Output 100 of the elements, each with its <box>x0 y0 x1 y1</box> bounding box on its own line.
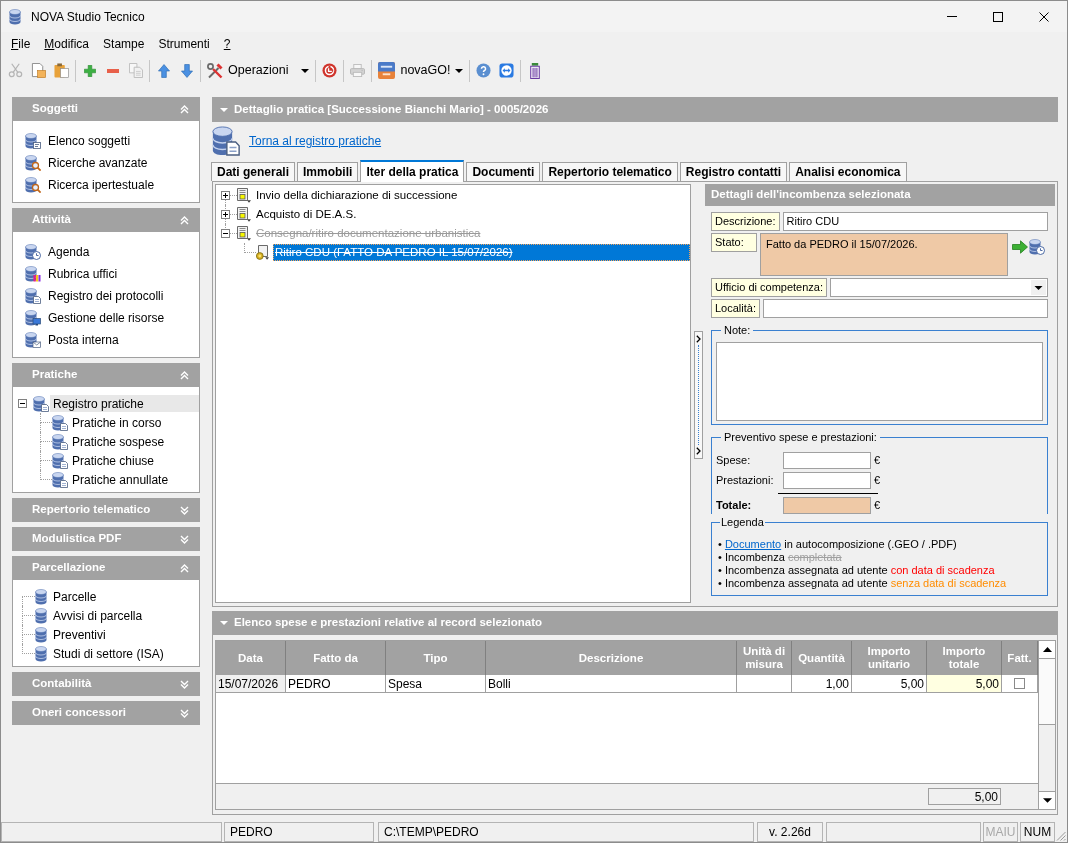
tree-item[interactable]: Preventivi <box>50 626 109 643</box>
tree-item[interactable]: Registro pratiche <box>50 395 199 412</box>
menu-item[interactable]: ? <box>216 34 238 53</box>
tree-item[interactable]: Invio della dichiarazione di successione <box>254 187 460 204</box>
database-icon <box>35 607 47 624</box>
panel-header: Dettagli dell'incombenza selezionata <box>705 184 1055 206</box>
tree-item[interactable]: Studi di settore (ISA) <box>50 645 167 662</box>
printer-icon <box>350 64 366 77</box>
close-icon <box>1039 11 1049 22</box>
amount-field[interactable] <box>783 452 871 469</box>
window-title: NOVA Studio Tecnico <box>31 8 145 26</box>
group-title: Legenda <box>720 516 765 529</box>
table-cell: Spesa <box>386 675 486 693</box>
database-book-icon <box>25 266 41 282</box>
field-label: Località: <box>711 299 760 318</box>
menu-item[interactable]: Modifica <box>37 34 97 53</box>
amount-field[interactable] <box>783 472 871 489</box>
menu-item[interactable]: Strumenti <box>151 34 217 53</box>
currency-symbol: € <box>874 453 881 469</box>
database-clock-icon <box>25 244 41 260</box>
tab[interactable]: Registro contatti <box>679 162 788 181</box>
minus-box-icon[interactable] <box>18 399 27 408</box>
total-field: 5,00 <box>928 788 1001 805</box>
database-document-icon[interactable] <box>212 126 240 156</box>
menu-item[interactable]: File <box>4 34 38 53</box>
minimize-icon <box>947 16 957 17</box>
chevron-right-icon <box>695 335 701 343</box>
status-bar-panel: NUM <box>1020 822 1055 842</box>
tree-item[interactable]: Pratiche sospese <box>69 433 168 450</box>
toolbar-menu-button[interactable]: Operazioni <box>203 58 314 83</box>
database-envelope-icon <box>25 332 41 348</box>
plus-box-icon[interactable] <box>221 210 230 219</box>
help-icon <box>476 63 492 78</box>
minus-box-icon[interactable] <box>221 229 230 238</box>
sidebar-item[interactable]: Elenco soggetti <box>13 130 199 152</box>
sidebar-item[interactable]: Posta interna <box>13 329 199 351</box>
arrow-right-icon[interactable] <box>1012 240 1028 254</box>
database-icon <box>35 626 47 643</box>
back-link[interactable]: Torna al registro pratiche <box>249 132 382 150</box>
database-monitor-icon <box>25 310 41 326</box>
maximize-icon <box>993 11 1003 22</box>
clipboard-icon <box>54 63 69 78</box>
plus-box-icon[interactable] <box>221 191 230 200</box>
notes-field[interactable] <box>716 342 1043 421</box>
tree-item[interactable]: Avvisi di parcella <box>50 607 146 624</box>
table-cell <box>737 675 792 693</box>
document-link[interactable]: Documento <box>724 538 782 550</box>
scroll-up-button[interactable] <box>1039 641 1055 659</box>
tab[interactable]: Immobili <box>297 162 359 181</box>
scroll-down-button[interactable] <box>1039 791 1055 809</box>
field-label: Stato: <box>711 233 757 252</box>
caret-down-icon <box>220 621 228 625</box>
sidebar-item[interactable]: Registro dei protocolli <box>13 285 199 307</box>
column-header: Fatto da <box>286 641 386 675</box>
sidebar-item[interactable]: Agenda <box>13 241 199 263</box>
field-label: Ufficio di competenza: <box>711 278 828 297</box>
field-label: Spese: <box>716 453 752 469</box>
sidebar-item[interactable]: Rubrica uffici <box>13 263 199 285</box>
tab[interactable]: Analisi economica <box>789 162 907 181</box>
plus-icon <box>83 64 96 77</box>
toolbar-menu-button[interactable]: novaGO! <box>374 58 468 83</box>
menu-item[interactable]: Stampe <box>96 34 152 53</box>
table-cell: 5,00 <box>852 675 927 693</box>
caret-down-icon <box>220 107 228 112</box>
tree-item[interactable]: Parcelle <box>50 588 100 605</box>
database-document-icon <box>52 471 68 488</box>
document-icon <box>237 188 251 203</box>
tree-item[interactable]: Acquisto di DE.A.S. <box>254 206 359 223</box>
sidebar-item[interactable]: Ricerche avanzate <box>13 152 199 174</box>
database-document-icon <box>52 452 68 469</box>
tab[interactable]: Iter della pratica <box>360 160 465 182</box>
group-title: Note: <box>723 324 752 337</box>
tab[interactable]: Repertorio telematico <box>542 162 678 181</box>
resize-grip-icon <box>1056 831 1066 841</box>
database-document-icon <box>52 433 68 450</box>
table-cell: 15/07/2026 <box>216 675 286 693</box>
text-field[interactable] <box>763 299 1048 318</box>
checkbox[interactable] <box>1014 678 1025 689</box>
splitter-handle[interactable] <box>693 331 703 459</box>
legend-item: • Incombenza assegnata ad utente con data di scadenza <box>718 564 995 577</box>
document-seal-icon <box>256 245 269 260</box>
tab[interactable]: Documenti <box>466 162 541 181</box>
tree-item[interactable]: Pratiche in corso <box>69 414 165 431</box>
caret-down-icon <box>301 68 310 73</box>
status-bar-panel: PEDRO <box>224 822 374 842</box>
text-field[interactable]: Ritiro CDU <box>782 212 1048 231</box>
tab[interactable]: Dati generali <box>211 162 296 181</box>
table-cell: 5,00 <box>927 675 1002 693</box>
caret-down-icon <box>455 68 464 73</box>
database-clock-icon[interactable] <box>1029 239 1045 255</box>
tree-item[interactable]: Pratiche chiuse <box>69 452 158 469</box>
scroll-thumb[interactable] <box>1039 659 1055 725</box>
currency-symbol: € <box>874 473 881 489</box>
tree-item[interactable]: Ritiro CDU (FATTO DA PEDRO IL 15/07/2026) <box>273 244 690 261</box>
sidebar-item[interactable]: Gestione delle risorse <box>13 307 199 329</box>
tree-item[interactable]: Pratiche annullate <box>69 471 172 488</box>
arrow-down-icon <box>180 63 193 78</box>
table-cell: PEDRO <box>286 675 386 693</box>
sidebar-item[interactable]: Ricerca ipertestuale <box>13 174 199 196</box>
field-label: Prestazioni: <box>716 473 775 489</box>
